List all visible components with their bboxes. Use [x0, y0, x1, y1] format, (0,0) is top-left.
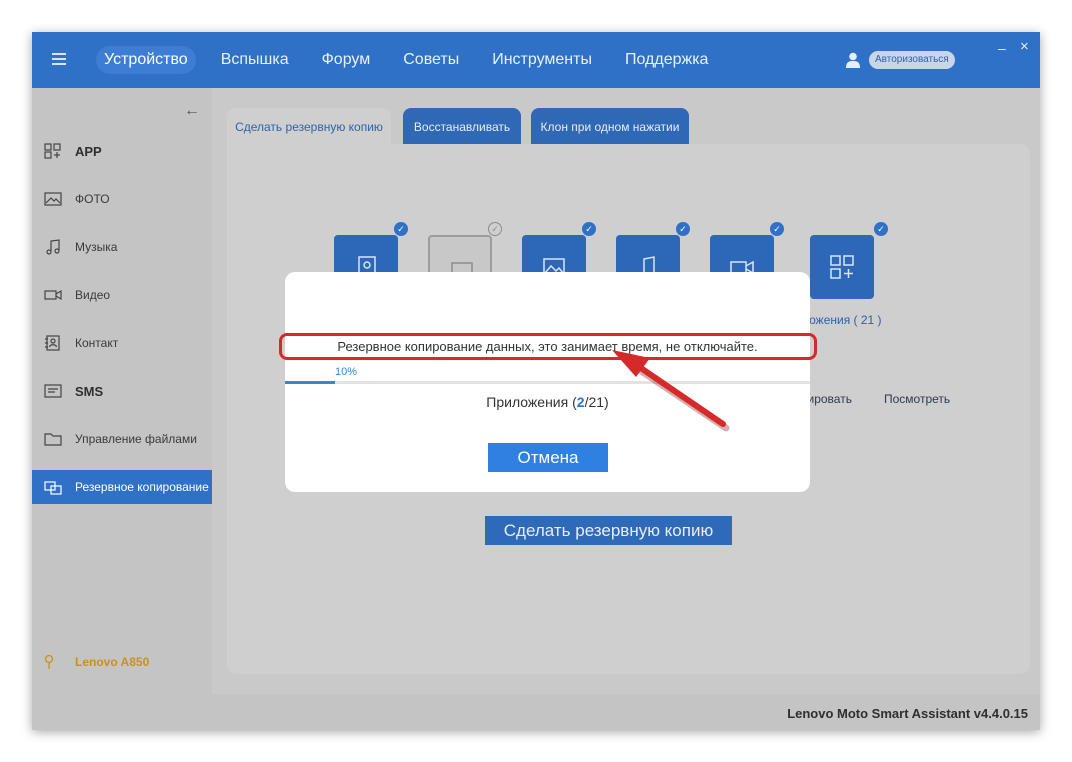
progress-bar: [285, 381, 810, 384]
login-button[interactable]: Авторизоваться: [869, 51, 955, 69]
sidebar-item-label: ФОТО: [75, 192, 110, 206]
folder-icon: [44, 433, 62, 446]
sidebar-item-label: APP: [75, 144, 102, 159]
check-icon: ✓: [488, 222, 502, 236]
nav-support[interactable]: Поддержка: [617, 46, 716, 74]
status-bar: Lenovo Moto Smart Assistant v4.4.0.15: [32, 694, 1040, 730]
progress-percent: 10%: [335, 366, 358, 378]
sidebar-item-label: Резервное копирование: [75, 480, 209, 494]
backup-icon: [44, 481, 62, 495]
back-arrow-icon[interactable]: ←: [184, 102, 200, 120]
nav-device[interactable]: Устройство: [96, 46, 196, 74]
apps-grid-icon: [830, 255, 854, 279]
tab-restore[interactable]: Восстанавливать: [403, 108, 521, 146]
sidebar: ← APP ФОТО Музыка Видео Контакт SMS Упра…: [32, 88, 212, 694]
sidebar-item-video[interactable]: Видео: [32, 278, 212, 312]
video-camera-icon: [44, 289, 62, 301]
cancel-button[interactable]: Отмена: [488, 443, 608, 472]
annotation-highlight-box: [279, 333, 817, 360]
nav-flash[interactable]: Вспышка: [213, 46, 297, 74]
music-note-icon: [46, 239, 60, 255]
progress-bar-fill: [285, 381, 335, 384]
menu-icon[interactable]: [52, 53, 66, 65]
tab-backup[interactable]: Сделать резервную копию: [227, 108, 391, 146]
check-icon: ✓: [394, 222, 408, 236]
start-backup-button[interactable]: Сделать резервную копию: [485, 516, 732, 545]
minimize-icon[interactable]: –: [998, 40, 1006, 56]
nav-forum[interactable]: Форум: [314, 46, 379, 74]
device-name: Lenovo A850: [75, 655, 150, 669]
main-nav: Устройство Вспышка Форум Советы Инструме…: [96, 46, 733, 74]
category-apps[interactable]: [810, 235, 874, 299]
phone-icon: [44, 654, 54, 669]
photo-icon: [44, 192, 62, 206]
apps-count-label: ложения ( 21 ): [802, 313, 882, 327]
apps-grid-icon: [44, 143, 61, 159]
connected-device: Lenovo A850: [32, 650, 212, 674]
status-suffix: /21): [584, 394, 609, 410]
sidebar-item-music[interactable]: Музыка: [32, 230, 212, 264]
status-current: 2: [576, 394, 585, 410]
contact-book-icon: [45, 335, 60, 351]
check-icon: ✓: [582, 222, 596, 236]
backup-progress-dialog: Резервное копирование данных, это занима…: [285, 272, 810, 492]
sidebar-item-backup[interactable]: Резервное копирование: [32, 470, 212, 504]
user-icon[interactable]: [846, 52, 860, 68]
sidebar-item-files[interactable]: Управление файлами: [32, 422, 212, 456]
check-icon: ✓: [676, 222, 690, 236]
tab-one-click-clone[interactable]: Клон при одном нажатии: [531, 108, 689, 146]
nav-tips[interactable]: Советы: [395, 46, 467, 74]
sidebar-item-sms[interactable]: SMS: [32, 374, 212, 408]
close-icon[interactable]: ×: [1020, 38, 1029, 55]
sms-message-icon: [44, 384, 62, 398]
nav-tools[interactable]: Инструменты: [484, 46, 600, 74]
sidebar-item-label: Музыка: [75, 240, 118, 254]
check-icon: ✓: [874, 222, 888, 236]
sidebar-item-label: Управление файлами: [75, 432, 197, 446]
check-icon: ✓: [770, 222, 784, 236]
sidebar-item-contact[interactable]: Контакт: [32, 326, 212, 360]
sidebar-item-photo[interactable]: ФОТО: [32, 182, 212, 216]
sidebar-item-app[interactable]: APP: [32, 134, 212, 168]
progress-status: Приложения (2/21): [285, 394, 810, 410]
sidebar-item-label: Видео: [75, 288, 111, 302]
status-prefix: Приложения (: [486, 394, 577, 410]
sidebar-item-label: SMS: [75, 384, 104, 399]
sidebar-item-label: Контакт: [75, 336, 119, 350]
view-link[interactable]: Посмотреть: [884, 392, 950, 406]
top-nav-bar: Устройство Вспышка Форум Советы Инструме…: [32, 32, 1040, 88]
app-version: Lenovo Moto Smart Assistant v4.4.0.15: [787, 706, 1028, 721]
